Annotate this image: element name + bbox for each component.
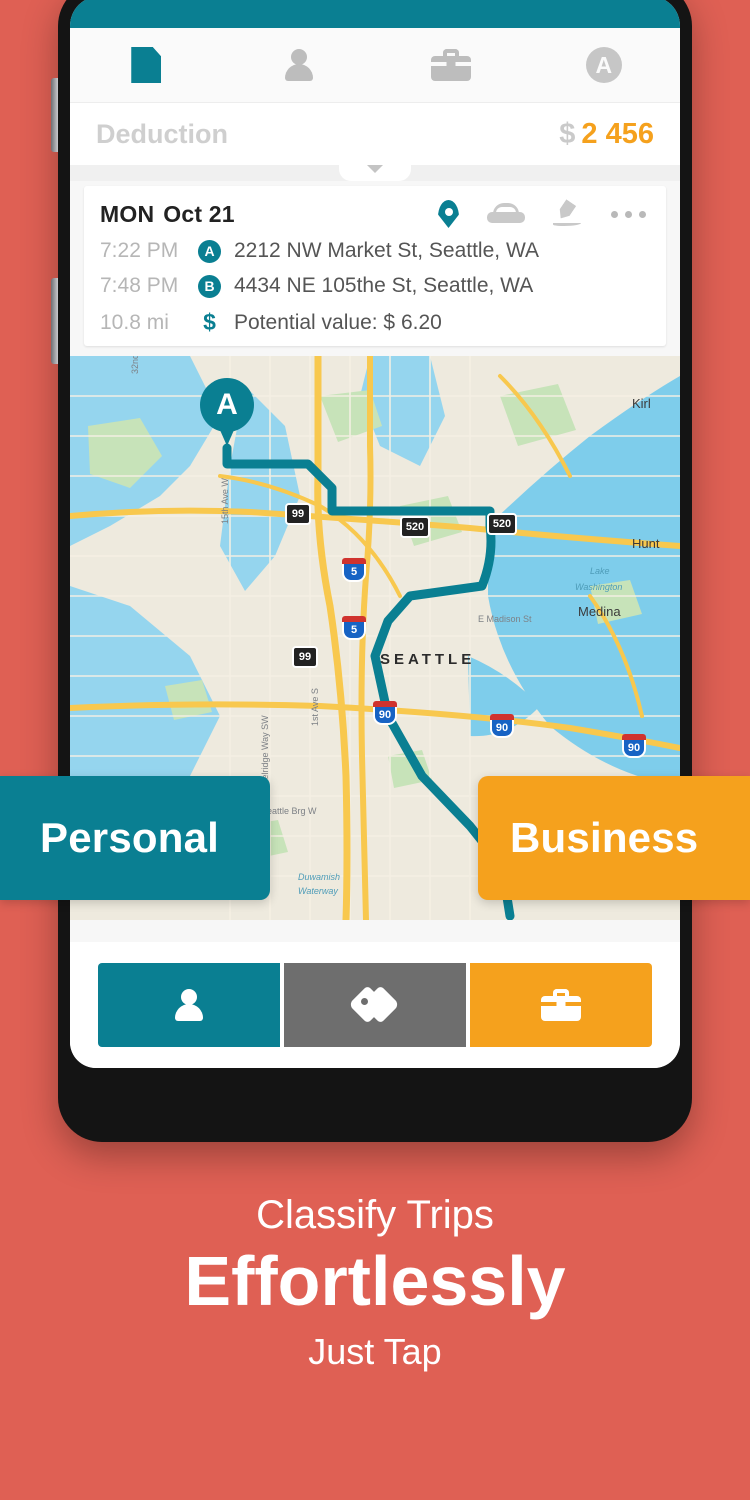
trip-card-header: MON Oct 21 [100,200,650,228]
personal-button[interactable] [98,963,280,1047]
volume-up-button[interactable] [51,78,58,152]
business-callout-label: Business [510,814,699,861]
trip-card-actions [438,200,650,228]
tab-account[interactable]: A [528,47,681,83]
map-label: Hunt [632,536,660,551]
expand-handle[interactable] [339,157,411,181]
trip-end-row: 7:48 PM B 4434 NE 105the St, Seattle, WA [100,274,650,298]
tags-icon [348,985,400,1024]
promo-line-2: Effortlessly [184,1242,566,1320]
highway-shield: 99 [292,646,318,668]
trip-end-badge: B [198,274,221,298]
trip-card[interactable]: MON Oct 21 7:22 PM A 2212 NW Market St, … [84,186,666,346]
trip-start-badge: A [198,239,221,263]
map-label: Kirl [632,396,651,411]
tab-personal[interactable] [223,47,376,83]
map-label: Lake [590,566,610,576]
signature-pen-icon[interactable] [553,201,583,227]
personal-callout-label: Personal [40,814,220,861]
tab-business[interactable] [375,49,528,81]
more-options-icon[interactable] [611,210,646,218]
map-label: 15th Ave W [220,478,230,524]
promo-text: Classify Trips Effortlessly Just Tap [0,1192,750,1373]
map-label: Duwamish [298,872,341,882]
trip-value-row: 10.8 mi $ Potential value: $ 6.20 [100,309,650,336]
avatar-icon: A [585,47,622,83]
phone-device: A Deduction $2 456 MON Oct 21 7:22 PM A … [51,0,696,1146]
chevron-down-icon [367,165,383,173]
trip-date: MON Oct 21 [100,201,235,228]
highway-shield: 5 [342,558,366,582]
classification-action-bar [70,942,680,1068]
deduction-label: Deduction [96,118,228,149]
tab-bar: A [70,28,680,103]
person-icon [172,987,206,1023]
briefcase-icon [541,989,581,1021]
trip-end-time: 7:48 PM [100,274,179,297]
highway-shield: 90 [622,734,646,758]
person-icon [282,47,316,83]
trip-start-address: 2212 NW Market St, Seattle, WA [234,239,539,262]
map-marker-a-label: A [216,388,238,421]
trip-day-of-week: MON [100,200,155,227]
business-button[interactable] [470,963,652,1047]
highway-shield: 520 [400,516,430,538]
deduction-value: 2 456 [581,117,654,150]
map-marker-a[interactable]: A [200,378,254,448]
trip-distance: 10.8 mi [100,310,169,334]
panel-handle-row [70,157,680,181]
currency-symbol: $ [559,117,576,150]
map-label: 32nd Ave NW [130,356,140,374]
car-icon[interactable] [487,203,525,225]
business-callout[interactable]: Business [478,776,750,900]
document-icon [131,47,162,83]
trip-date-value: Oct 21 [163,200,235,227]
map-label: Washington [575,582,623,592]
highway-shield: 99 [285,503,311,525]
screenshot-root: A Deduction $2 456 MON Oct 21 7:22 PM A … [0,0,750,1500]
deduction-bar: Deduction $2 456 [70,103,680,165]
status-bar [70,0,680,28]
highway-shield: 90 [373,701,397,725]
dollar-icon: $ [203,309,216,335]
map-label: E Madison St [478,614,532,624]
tab-documents[interactable] [70,47,223,83]
promo-line-3: Just Tap [308,1330,442,1372]
phone-screen: A Deduction $2 456 MON Oct 21 7:22 PM A … [70,0,680,1068]
map-label: 1st Ave S [310,688,320,726]
highway-shield: 5 [342,616,366,640]
trip-start-row: 7:22 PM A 2212 NW Market St, Seattle, WA [100,239,650,263]
map-label: SEATTLE [380,651,476,668]
trip-start-time: 7:22 PM [100,239,179,262]
volume-down-button[interactable] [51,278,58,364]
map-label: Waterway [298,886,338,896]
promo-line-1: Classify Trips [256,1193,494,1237]
map-label: Medina [578,604,621,619]
highway-shield: 520 [487,513,517,535]
personal-callout[interactable]: Personal [0,776,270,900]
highway-shield: 90 [490,714,514,738]
trip-end-address: 4434 NE 105the St, Seattle, WA [234,274,534,297]
briefcase-icon [431,49,472,81]
location-pin-icon[interactable] [438,200,459,228]
deduction-amount: $2 456 [559,118,654,151]
trip-potential-value: Potential value: $ 6.20 [234,310,442,334]
tags-button[interactable] [284,963,466,1047]
